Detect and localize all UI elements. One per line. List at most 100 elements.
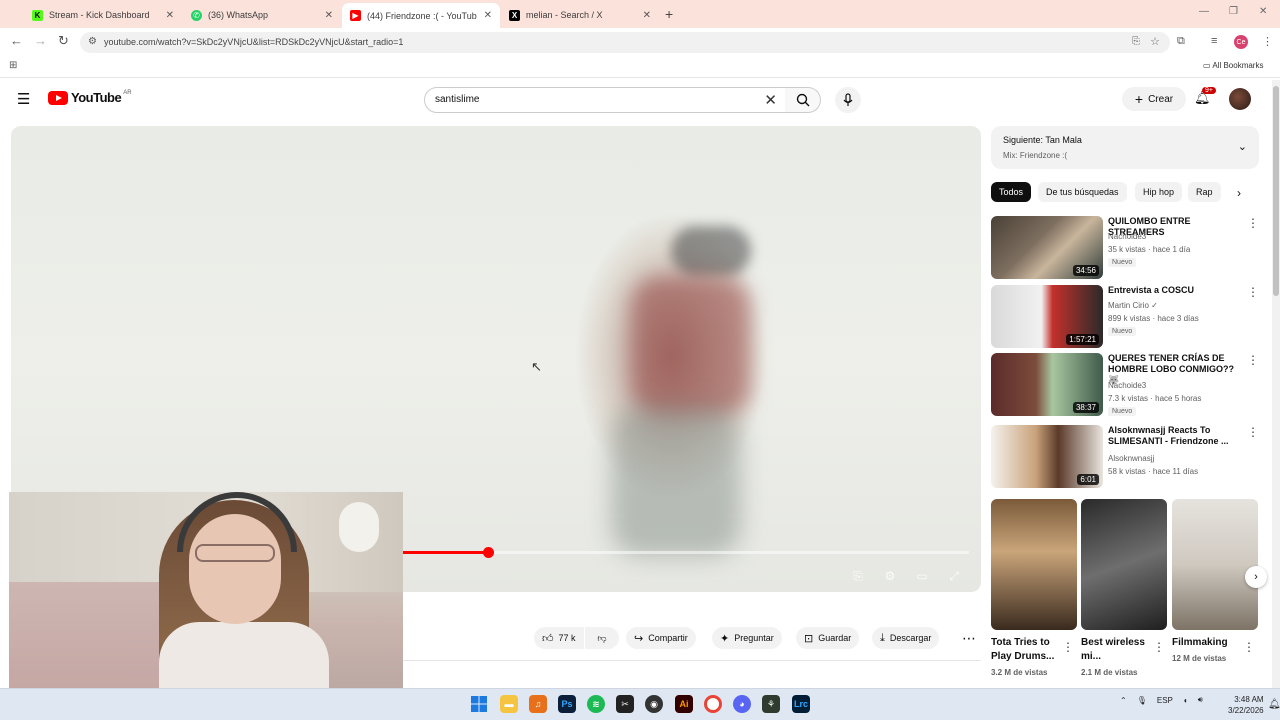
chip-hip-hop[interactable]: Hip hop (1135, 182, 1183, 202)
fl-studio-icon[interactable]: ♫ (529, 695, 547, 713)
file-explorer-icon[interactable]: ▬ (500, 695, 518, 713)
forward-arrow-icon[interactable]: → (34, 33, 47, 48)
video-thumbnail[interactable]: 34:56 (991, 216, 1103, 279)
short-title[interactable]: Filmmaking 12 M de vistas (1172, 636, 1250, 666)
user-avatar[interactable] (1229, 88, 1251, 110)
video-thumbnail[interactable]: 1:57:21 (991, 285, 1103, 348)
settings-gear-icon[interactable]: ⚙ (879, 566, 901, 586)
tab-kick[interactable]: K Stream - Kick Dashboard ✕ (24, 4, 182, 26)
reading-list-icon[interactable]: ≡ (1211, 35, 1217, 47)
tab-whatsapp[interactable]: ✆ (36) WhatsApp ✕ (183, 4, 341, 26)
video-options-icon[interactable]: ⋮ (1247, 285, 1259, 299)
bookmark-star-icon[interactable]: ☆ (1150, 35, 1160, 48)
back-arrow-icon[interactable]: ← (10, 33, 23, 48)
short-thumbnail[interactable] (1172, 499, 1258, 630)
chevron-down-icon[interactable]: ⌄ (1238, 140, 1247, 153)
window-close-button[interactable]: ✕ (1259, 6, 1267, 17)
recommended-video[interactable]: 34:56 QUILOMBO ENTRE STREAMERS Nachoide3… (991, 216, 1259, 280)
video-title[interactable]: Entrevista a COSCU (1108, 285, 1242, 296)
menu-kebab-icon[interactable]: ⋮ (1262, 35, 1273, 48)
obs-icon[interactable]: ◉ (645, 695, 663, 713)
short-options-icon[interactable]: ⋮ (1153, 640, 1165, 654)
search-button[interactable] (785, 87, 821, 113)
spotify-icon[interactable]: ≋ (587, 695, 605, 713)
windows-start-icon[interactable] (470, 695, 488, 713)
short-options-icon[interactable]: ⋮ (1243, 640, 1255, 654)
playlist-next-card[interactable]: Siguiente: Tan Mala Mix: Friendzone :( ⌄ (991, 126, 1259, 169)
fullscreen-icon[interactable]: ⤢ (943, 566, 965, 586)
clear-search-icon[interactable]: ✕ (764, 91, 777, 109)
chrome-icon[interactable] (704, 695, 722, 713)
all-bookmarks-button[interactable]: ▭ All Bookmarks (1203, 61, 1263, 70)
tab-youtube[interactable]: ▶ (44) Friendzone :( - YouTub ✕ (342, 3, 500, 28)
voice-search-button[interactable] (835, 87, 861, 113)
close-icon[interactable]: ✕ (325, 10, 333, 21)
ask-button[interactable]: ✦ Preguntar (712, 627, 782, 649)
short-thumbnail[interactable] (991, 499, 1077, 630)
system-clock[interactable]: 3:48 AM 3/22/2026 (1228, 694, 1264, 716)
illustrator-icon[interactable]: Ai (675, 695, 693, 713)
extensions-icon[interactable]: ⧉ (1177, 35, 1185, 48)
network-icon[interactable]: ◖ (1183, 696, 1188, 705)
lightroom-classic-icon[interactable]: Lrc (792, 695, 810, 713)
scrollbar-thumb[interactable] (1273, 86, 1279, 296)
chip-de-tus-busquedas[interactable]: De tus búsquedas (1038, 182, 1127, 202)
video-options-icon[interactable]: ⋮ (1247, 353, 1259, 367)
notification-bell-icon[interactable]: 🔔︎ (1268, 699, 1280, 710)
hamburger-menu-icon[interactable]: ☰ (17, 90, 30, 108)
minimize-button[interactable]: — (1199, 6, 1209, 17)
chevron-up-icon[interactable]: ⌃ (1120, 696, 1127, 705)
discord-icon[interactable]: ◕ (733, 695, 751, 713)
new-tab-button[interactable]: + (665, 6, 673, 22)
create-button[interactable]: + Crear (1122, 87, 1186, 111)
language-indicator[interactable]: ESP (1157, 696, 1173, 705)
video-title[interactable]: Alsoknwnasjj Reacts To SLIMESANTI - Frie… (1108, 425, 1242, 447)
more-actions-icon[interactable]: ⋯ (957, 627, 981, 649)
subtitles-icon[interactable]: ⎘ (847, 566, 869, 586)
recommended-video[interactable]: 38:37 QUERES TENER CRÍAS DE HOMBRE LOBO … (991, 353, 1259, 417)
short-thumbnail[interactable] (1081, 499, 1167, 630)
chip-rap[interactable]: Rap (1188, 182, 1221, 202)
video-thumbnail[interactable]: 6:01 (991, 425, 1103, 488)
video-thumbnail[interactable]: 38:37 (991, 353, 1103, 416)
video-options-icon[interactable]: ⋮ (1247, 216, 1259, 230)
search-input[interactable]: santislime ✕ (424, 87, 786, 113)
maximize-button[interactable]: ❐ (1229, 6, 1238, 17)
like-button[interactable]: 👍︎ 77 k (534, 627, 584, 649)
shorts-next-arrow-icon[interactable]: › (1245, 566, 1267, 588)
video-options-icon[interactable]: ⋮ (1247, 425, 1259, 439)
close-icon[interactable]: ✕ (484, 10, 492, 21)
photoshop-icon[interactable]: Ps (558, 695, 576, 713)
install-app-icon[interactable]: ⎘ (1132, 36, 1140, 47)
site-info-icon[interactable]: ⚙ (88, 36, 97, 47)
youtube-logo[interactable]: YouTube AR (48, 90, 132, 105)
short-title[interactable]: Best wireless mi... 2.1 M de vistas (1081, 636, 1159, 680)
share-button[interactable]: ↪ Compartir (626, 627, 696, 649)
reload-icon[interactable]: ↻ (58, 33, 69, 49)
chevron-right-icon[interactable]: › (1237, 186, 1241, 200)
channel-name[interactable]: Nachoide3 (1108, 232, 1146, 241)
recommended-video[interactable]: 6:01 Alsoknwnasjj Reacts To SLIMESANTI -… (991, 425, 1259, 489)
profile-avatar[interactable]: Ce (1234, 35, 1248, 49)
address-bar[interactable]: ⚙ youtube.com/watch?v=SkDc2yVNjcU&list=R… (80, 32, 1170, 53)
close-icon[interactable]: ✕ (166, 10, 174, 21)
theater-mode-icon[interactable]: ▭ (911, 566, 933, 586)
tab-x[interactable]: X melian - Search / X ✕ (501, 4, 659, 26)
short-options-icon[interactable]: ⋮ (1062, 640, 1074, 654)
microphone-icon[interactable]: 🎙︎ (1137, 696, 1147, 705)
dislike-button[interactable]: 👎︎ (585, 627, 619, 649)
short-title[interactable]: Tota Tries to Play Drums... 3.2 M de vis… (991, 636, 1069, 680)
channel-name[interactable]: Alsoknwnasjj (1108, 454, 1154, 463)
channel-name[interactable]: Martin Cirio ✓ (1108, 301, 1158, 310)
apps-grid-icon[interactable]: ⊞ (9, 60, 17, 71)
close-icon[interactable]: ✕ (643, 10, 651, 21)
capcut-icon[interactable]: ✂ (616, 695, 634, 713)
save-button[interactable]: ⊡ Guardar (796, 627, 860, 649)
channel-name[interactable]: Nachoide3 (1108, 381, 1146, 390)
recommended-video[interactable]: 1:57:21 Entrevista a COSCU Martin Cirio … (991, 285, 1259, 349)
volume-icon[interactable]: 🔊︎ (1198, 695, 1203, 705)
chip-todos[interactable]: Todos (991, 182, 1032, 202)
app-icon[interactable]: ⚘ (762, 695, 780, 713)
download-button[interactable]: ⤓ Descargar (872, 627, 940, 649)
progress-scrubber-handle[interactable] (482, 547, 494, 558)
